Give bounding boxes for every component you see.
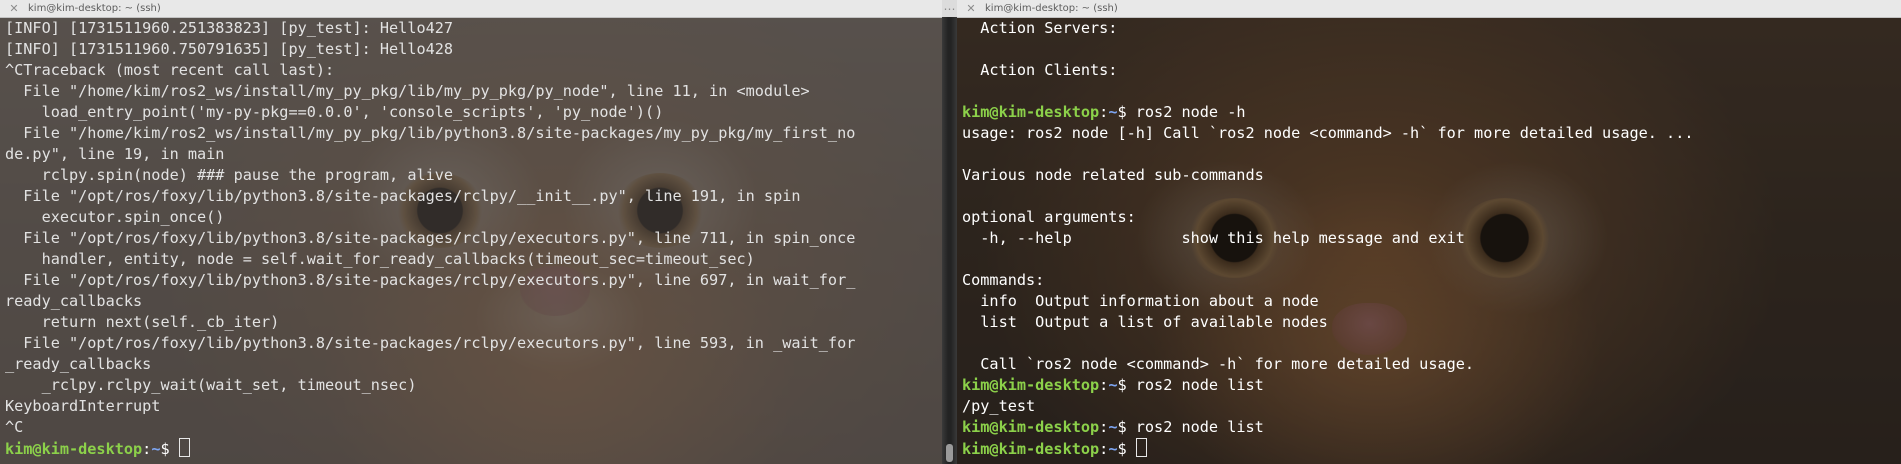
left-tab-title: kim@kim-desktop: ~ (ssh)	[28, 3, 161, 14]
terminal-line: File "/opt/ros/foxy/lib/python3.8/site-p…	[5, 187, 801, 205]
prompt-symbol: $	[1117, 103, 1136, 121]
prompt-colon: :	[1099, 103, 1109, 121]
terminal-line: File "/opt/ros/foxy/lib/python3.8/site-p…	[5, 334, 856, 352]
terminal-line: Various node related sub-commands	[962, 166, 1264, 184]
command-text: ros2 node list	[1135, 376, 1264, 394]
left-terminal-pane[interactable]: ✕ kim@kim-desktop: ~ (ssh) [INFO] [17315…	[0, 0, 942, 464]
terminal-line: Action Clients:	[962, 61, 1118, 79]
terminal-line: File "/home/kim/ros2_ws/install/my_py_pk…	[5, 124, 856, 142]
prompt-user-host: kim@kim-desktop	[962, 418, 1100, 436]
terminal-line: info Output information about a node	[962, 292, 1319, 310]
terminal-line: rclpy.spin(node) ### pause the program, …	[5, 166, 454, 184]
terminal-line: executor.spin_once()	[5, 208, 225, 226]
terminal-line: handler, entity, node = self.wait_for_re…	[5, 250, 755, 268]
terminal-line: File "/opt/ros/foxy/lib/python3.8/site-p…	[5, 229, 856, 247]
terminal-line: ready_callbacks	[5, 292, 143, 310]
right-terminal-output[interactable]: Action Servers: Action Clients: kim@kim-d…	[962, 18, 1901, 459]
prompt-user-host: kim@kim-desktop	[962, 103, 1100, 121]
terminal-line: return next(self._cb_iter)	[5, 313, 280, 331]
prompt-symbol: $	[1117, 376, 1136, 394]
prompt-user-host: kim@kim-desktop	[5, 440, 143, 458]
terminal-line: list Output a list of available nodes	[962, 313, 1328, 331]
terminal-prompt-line: kim@kim-desktop:~$ ros2 node list	[962, 375, 1901, 396]
terminal-cursor[interactable]	[178, 438, 190, 457]
terminal-line: ^C	[5, 418, 24, 436]
right-tab-title: kim@kim-desktop: ~ (ssh)	[985, 3, 1118, 14]
terminal-line: Commands:	[962, 271, 1045, 289]
prompt-symbol: $	[1117, 440, 1136, 458]
left-terminal-output[interactable]: [INFO] [1731511960.251383823] [py_test]:…	[5, 18, 942, 459]
terminal-line: load_entry_point('my-py-pkg==0.0.0', 'co…	[5, 103, 664, 121]
terminal-line: _ready_callbacks	[5, 355, 152, 373]
terminal-line: -h, --help show this help message and ex…	[962, 229, 1465, 247]
ellipsis-icon[interactable]: ⋯	[942, 0, 957, 17]
left-tab-titlebar[interactable]: ✕ kim@kim-desktop: ~ (ssh)	[0, 0, 942, 18]
split-terminal-window: ✕ kim@kim-desktop: ~ (ssh) [INFO] [17315…	[0, 0, 1901, 464]
terminal-line: de.py", line 19, in main	[5, 145, 225, 163]
prompt-colon: :	[1099, 376, 1109, 394]
right-terminal-pane[interactable]: ✕ kim@kim-desktop: ~ (ssh) Action Server…	[957, 0, 1901, 464]
prompt-symbol: $	[1117, 418, 1136, 436]
command-text: ros2 node -h	[1135, 103, 1246, 121]
close-icon[interactable]: ✕	[965, 0, 977, 17]
terminal-line: usage: ros2 node [-h] Call `ros2 node <c…	[962, 124, 1694, 142]
pane-divider[interactable]	[942, 0, 957, 464]
terminal-prompt-line[interactable]: kim@kim-desktop:~$	[5, 438, 942, 459]
right-tab-titlebar[interactable]: ✕ kim@kim-desktop: ~ (ssh)	[957, 0, 1901, 18]
prompt-colon: :	[1099, 418, 1109, 436]
command-text: ros2 node list	[1135, 418, 1264, 436]
prompt-colon: :	[1099, 440, 1109, 458]
prompt-colon: :	[142, 440, 152, 458]
terminal-line: KeyboardInterrupt	[5, 397, 161, 415]
terminal-prompt-line[interactable]: kim@kim-desktop:~$	[962, 438, 1901, 459]
terminal-line: Action Servers:	[962, 19, 1118, 37]
terminal-line: File "/home/kim/ros2_ws/install/my_py_pk…	[5, 82, 810, 100]
scrollbar-thumb[interactable]	[946, 444, 953, 462]
terminal-line: _rclpy.rclpy_wait(wait_set, timeout_nsec…	[5, 376, 417, 394]
terminal-line: Call `ros2 node <command> -h` for more d…	[962, 355, 1475, 373]
prompt-symbol: $	[160, 440, 179, 458]
terminal-line: optional arguments:	[962, 208, 1136, 226]
close-icon[interactable]: ✕	[8, 0, 20, 17]
prompt-user-host: kim@kim-desktop	[962, 440, 1100, 458]
terminal-cursor[interactable]	[1135, 438, 1147, 457]
terminal-prompt-line: kim@kim-desktop:~$ ros2 node list	[962, 417, 1901, 438]
right-terminal-screen[interactable]: Action Servers: Action Clients: kim@kim-d…	[957, 18, 1901, 464]
left-terminal-screen[interactable]: [INFO] [1731511960.251383823] [py_test]:…	[0, 18, 942, 464]
terminal-line: ^CTraceback (most recent call last):	[5, 61, 335, 79]
terminal-line: [INFO] [1731511960.750791635] [py_test]:…	[5, 40, 454, 58]
prompt-user-host: kim@kim-desktop	[962, 376, 1100, 394]
terminal-line: File "/opt/ros/foxy/lib/python3.8/site-p…	[5, 271, 856, 289]
terminal-prompt-line: kim@kim-desktop:~$ ros2 node -h	[962, 102, 1901, 123]
terminal-line: [INFO] [1731511960.251383823] [py_test]:…	[5, 19, 454, 37]
terminal-line: /py_test	[962, 397, 1036, 415]
